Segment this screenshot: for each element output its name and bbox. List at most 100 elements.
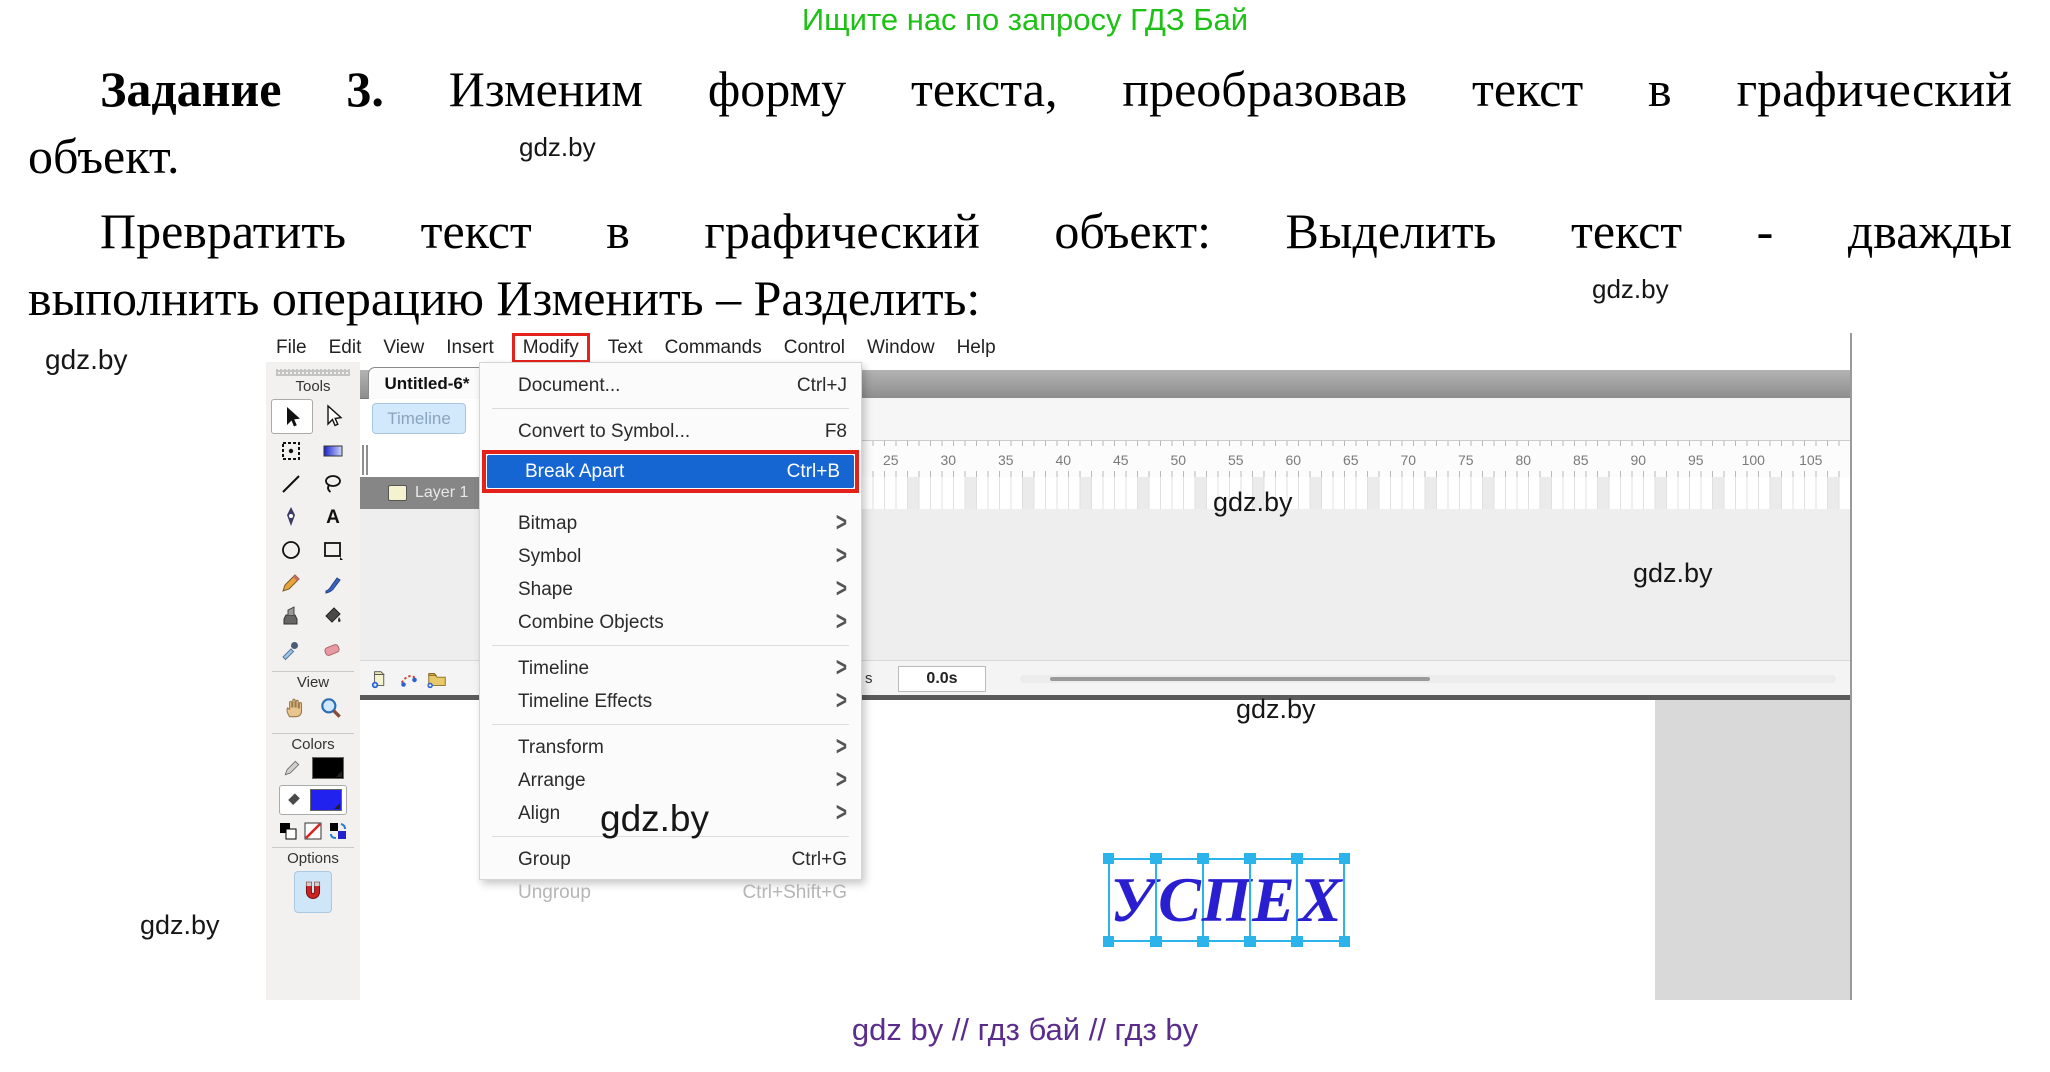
timeline-toggle-button[interactable]: Timeline xyxy=(372,403,466,434)
panel-grip[interactable] xyxy=(276,369,350,376)
menu-item-bitmap[interactable]: Bitmap> xyxy=(480,507,861,540)
menu-item-break-apart[interactable]: Break ApartCtrl+B xyxy=(487,455,854,488)
menu-item-convert-to-symbol[interactable]: Convert to Symbol...F8 xyxy=(480,415,861,448)
selection-handle[interactable] xyxy=(1291,936,1302,947)
menu-item-label: Bitmap xyxy=(518,513,824,535)
menubar-item-text[interactable]: Text xyxy=(608,337,643,359)
ruler-number: 85 xyxy=(1552,452,1610,468)
fill-color-swatch[interactable] xyxy=(310,789,342,811)
zoom-tool-button[interactable] xyxy=(318,695,344,727)
subselection-tool-button[interactable] xyxy=(313,399,353,432)
menubar-item-commands[interactable]: Commands xyxy=(665,337,762,359)
menubar-item-insert[interactable]: Insert xyxy=(446,337,494,359)
insert-folder-icon[interactable] xyxy=(426,668,448,690)
canvas-letter: Е xyxy=(1252,860,1295,940)
brush-tool-button[interactable] xyxy=(313,566,353,599)
menubar-item-control[interactable]: Control xyxy=(784,337,845,359)
menu-item-shortcut: Ctrl+G xyxy=(792,849,847,871)
menu-item-shape[interactable]: Shape> xyxy=(480,573,861,606)
pen-tool-button[interactable] xyxy=(271,500,311,533)
menu-item-symbol[interactable]: Symbol> xyxy=(480,540,861,573)
selection-handle[interactable] xyxy=(1103,853,1114,864)
selection-handle[interactable] xyxy=(1103,936,1114,947)
free-transform-tool-button[interactable] xyxy=(271,434,311,467)
selection-handle[interactable] xyxy=(1197,853,1208,864)
pencil-tool-button[interactable] xyxy=(271,566,311,599)
menubar-item-file[interactable]: File xyxy=(276,337,307,359)
swap-colors-icon[interactable] xyxy=(328,821,348,841)
canvas-letter: П xyxy=(1202,860,1252,940)
menu-item-label: Symbol xyxy=(518,546,824,568)
selection-handle[interactable] xyxy=(1339,853,1350,864)
stroke-color-swatch[interactable] xyxy=(312,757,344,779)
selection-handle[interactable] xyxy=(1291,853,1302,864)
ruler-numbers: 253035404550556065707580859095100105 xyxy=(862,441,1850,478)
submenu-arrow-icon: > xyxy=(836,686,847,717)
letter-selection-box[interactable]: С xyxy=(1155,858,1204,942)
layer-row[interactable]: Layer 1 xyxy=(360,477,479,509)
selection-handle[interactable] xyxy=(1244,936,1255,947)
menu-item-ungroup[interactable]: UngroupCtrl+Shift+G xyxy=(480,876,861,909)
eyedropper-tool-button[interactable] xyxy=(271,632,311,665)
view-section-title: View xyxy=(266,674,360,691)
menubar-item-window[interactable]: Window xyxy=(867,337,935,359)
menu-item-shortcut: F8 xyxy=(825,421,847,443)
menu-item-combine-objects[interactable]: Combine Objects> xyxy=(480,606,861,639)
menubar-item-view[interactable]: View xyxy=(383,337,424,359)
menubar-item-modify[interactable]: Modify xyxy=(512,333,590,363)
menu-item-timeline-effects[interactable]: Timeline Effects> xyxy=(480,685,861,718)
text-tool-icon: A xyxy=(321,505,345,529)
snap-to-objects-button[interactable] xyxy=(294,871,332,913)
watermark-gdz: gdz.by xyxy=(140,910,220,941)
ruler-number: 60 xyxy=(1265,452,1323,468)
selection-handle[interactable] xyxy=(1339,936,1350,947)
selection-tool-button[interactable] xyxy=(271,399,313,434)
menu-item-transform[interactable]: Transform> xyxy=(480,731,861,764)
menu-item-arrange[interactable]: Arrange> xyxy=(480,764,861,797)
timeline-left-grip[interactable] xyxy=(362,445,369,475)
timeline-scrollbar[interactable] xyxy=(1020,675,1836,683)
scrollbar-thumb[interactable] xyxy=(1050,677,1430,681)
menu-item-document[interactable]: Document...Ctrl+J xyxy=(480,369,861,402)
menubar-item-edit[interactable]: Edit xyxy=(329,337,362,359)
paint-bucket-tool-button[interactable] xyxy=(313,599,353,632)
view-tools-row xyxy=(266,695,360,727)
menubar-item-help[interactable]: Help xyxy=(957,337,996,359)
selection-handle[interactable] xyxy=(1150,936,1161,947)
hand-tool-button[interactable] xyxy=(282,695,308,727)
default-colors-icon[interactable] xyxy=(278,821,298,841)
letter-selection-box[interactable]: П xyxy=(1202,858,1251,942)
document-tab[interactable]: Untitled-6* xyxy=(368,367,486,399)
letter-selection-box[interactable]: У xyxy=(1108,858,1157,942)
brush-tool-icon xyxy=(321,571,345,595)
letter-selection-box[interactable]: Е xyxy=(1249,858,1298,942)
ruler-number: 45 xyxy=(1092,452,1150,468)
insert-layer-icon[interactable] xyxy=(370,668,392,690)
ink-bottle-tool-button[interactable] xyxy=(271,599,311,632)
lasso-tool-button[interactable] xyxy=(313,467,353,500)
selection-handle[interactable] xyxy=(1244,853,1255,864)
motion-guide-icon[interactable] xyxy=(398,668,420,690)
pencil-tool-icon xyxy=(279,571,303,595)
selection-handle[interactable] xyxy=(1197,936,1208,947)
submenu-arrow-icon: > xyxy=(836,798,847,829)
text-tool-button[interactable]: A xyxy=(313,500,353,533)
selected-broken-apart-text[interactable]: УСПЕХ xyxy=(1110,858,1345,942)
subselection-arrow-icon xyxy=(321,404,345,428)
letter-selection-box[interactable]: Х xyxy=(1296,858,1345,942)
selection-handle[interactable] xyxy=(1150,853,1161,864)
task-text: Изменим форму текста, преобразовав текст… xyxy=(449,61,2012,117)
no-color-icon[interactable] xyxy=(303,821,323,841)
line-tool-button[interactable] xyxy=(271,467,311,500)
menu-item-group[interactable]: GroupCtrl+G xyxy=(480,843,861,876)
toolbar-divider xyxy=(272,733,354,734)
ink-bottle-icon xyxy=(279,604,303,628)
gradient-transform-tool-button[interactable] xyxy=(313,434,353,467)
rectangle-tool-button[interactable] xyxy=(313,533,353,566)
submenu-arrow-icon: > xyxy=(836,732,847,763)
timeline-frame-ruler[interactable]: 253035404550556065707580859095100105 xyxy=(862,440,1850,479)
frames-grid[interactable] xyxy=(862,477,1850,510)
eraser-tool-button[interactable] xyxy=(313,632,353,665)
menu-item-timeline[interactable]: Timeline> xyxy=(480,652,861,685)
oval-tool-button[interactable] xyxy=(271,533,311,566)
